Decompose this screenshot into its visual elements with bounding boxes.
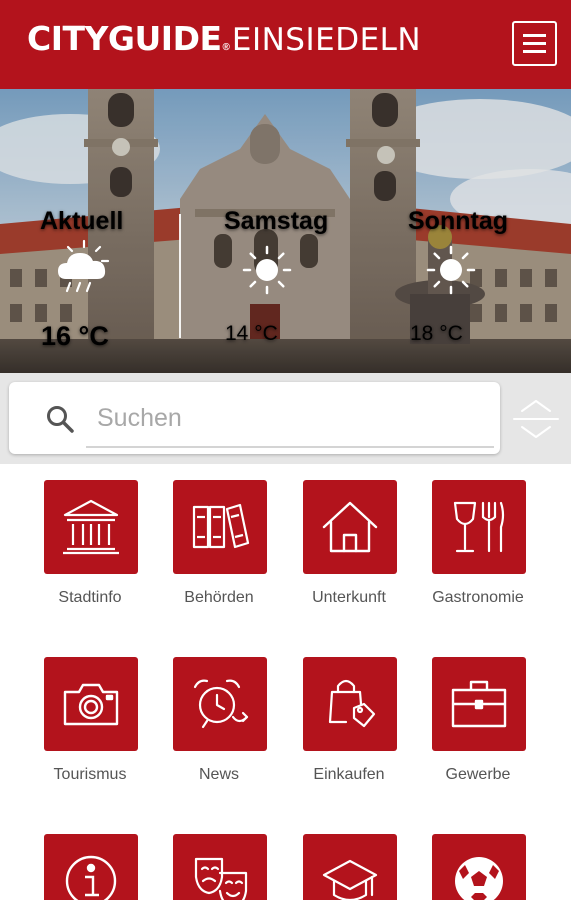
category-label: News [198,766,239,783]
hamburger-menu-icon[interactable] [512,21,557,66]
category-label: Unterkunft [312,589,386,606]
category-label: Gewerbe [445,766,511,783]
camera-icon [63,683,119,726]
category-label: Einkaufen [313,766,385,783]
weather-divider [179,214,181,338]
sort-up-down-icon[interactable] [508,397,564,441]
search-bar-area [0,373,571,464]
search-icon[interactable] [45,404,75,434]
search-box[interactable] [9,382,500,454]
category-grid: Stadtinfo Behörden Unterkunft Gastronomi… [0,464,571,900]
brand-name: CITYGUIDE [27,19,222,58]
category-label: Stadtinfo [58,589,122,606]
binders-icon [192,503,250,549]
weather-day-label: Sonntag [408,207,508,235]
search-underline [86,446,494,448]
soccer-ball-icon [455,857,503,900]
cloud-rain-icon [58,239,110,293]
shopping-bag-icon [328,679,376,728]
briefcase-icon [451,680,507,728]
sun-icon [242,245,292,295]
sun-icon [426,245,476,295]
category-label: Gastronomie [432,589,524,606]
search-input[interactable] [97,400,487,436]
info-icon [65,855,117,900]
category-label: Tourismus [53,766,127,783]
weather-temp: 16 °C [41,321,109,351]
city-name: EINSIEDELN [231,22,422,58]
wine-cutlery-icon [453,501,505,553]
app-header: CITYGUIDE ® EINSIEDELN [0,0,571,89]
weather-temp: 14 °C [225,322,278,345]
building-columns-icon [63,499,119,555]
weather-day-label: Samstag [224,207,329,235]
registered-mark: ® [222,42,230,53]
hero-weather-banner: Aktuell 16 °C Samstag 14 °C Sonntag 18 °… [0,89,571,373]
weather-temp: 18 °C [410,322,463,345]
alarm-clock-icon [193,679,249,729]
category-label: Behörden [184,589,254,606]
weather-day-label: Aktuell [40,207,124,235]
graduation-cap-icon [322,859,378,900]
brand-logo: CITYGUIDE ® EINSIEDELN [27,22,421,56]
house-icon [322,501,378,553]
theater-masks-icon [194,857,248,900]
